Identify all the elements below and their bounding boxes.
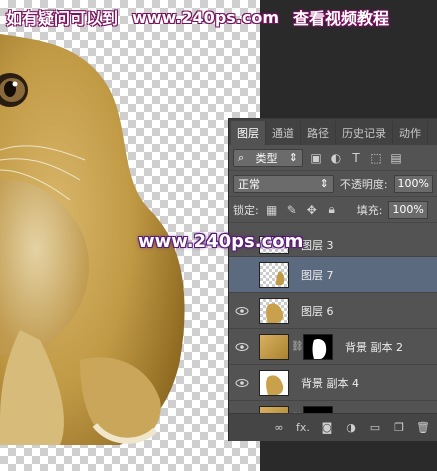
adjustment-layer-icon[interactable]: ◑ [344, 421, 358, 434]
watermark-url: www.240ps.com [132, 7, 280, 27]
layer-thumbnail [259, 369, 289, 396]
layer-row[interactable]: 图层 6 [229, 293, 437, 329]
fill-input[interactable]: 100% [388, 200, 428, 219]
eye-icon[interactable] [229, 378, 255, 388]
lock-label: 锁定: [233, 203, 259, 217]
tab-history[interactable]: 历史记录 [336, 121, 393, 145]
fill-label: 填充: [356, 203, 383, 217]
new-layer-icon[interactable]: ❐ [392, 421, 406, 434]
layer-mask-thumbnail[interactable] [303, 333, 333, 360]
blend-row: 正常 ⇕ 不透明度: 100% [229, 171, 437, 197]
fx-icon[interactable]: fx. [296, 421, 310, 434]
smart-object-filter-icon[interactable]: ▤ [389, 151, 403, 165]
eye-icon[interactable] [229, 342, 255, 352]
layer-thumbnail [259, 333, 289, 360]
lock-row: 锁定: ▦ ✎ ✥ 🔒︎ 填充: 100% [229, 197, 437, 223]
layer-name: 背景 副本 2 [345, 340, 403, 354]
add-mask-icon[interactable]: ◙ [320, 421, 334, 434]
eye-icon[interactable] [229, 306, 255, 316]
filter-row: ⌕ 类型 ⇕ ▣ ◐ T ⬚ ▤ [229, 145, 437, 171]
watermark-url-overlay: www.240ps.com [138, 231, 304, 252]
search-icon: ⌕ [238, 150, 245, 164]
layer-thumbnail [259, 297, 289, 324]
link-layers-icon[interactable]: ∞ [272, 421, 286, 434]
layer-row[interactable]: ⛓ 背景 副本 2 [229, 329, 437, 365]
delete-layer-icon[interactable]: 🗑︎ [416, 421, 430, 434]
link-icon[interactable]: ⛓ [291, 341, 304, 352]
type-filter-icon[interactable]: T [349, 151, 363, 165]
layer-name: 背景 副本 4 [301, 376, 359, 390]
filter-type-dropdown[interactable]: ⌕ 类型 ⇕ [233, 148, 303, 167]
watermark-text-right: 查看视频教程 [293, 9, 390, 28]
adjustment-filter-icon[interactable]: ◐ [329, 151, 343, 165]
blend-mode-dropdown[interactable]: 正常 ⇕ [233, 174, 334, 193]
blend-mode-value: 正常 [238, 177, 260, 191]
image-filter-icon[interactable]: ▣ [309, 151, 323, 165]
layers-panel: 图层 通道 路径 历史记录 动作 ⌕ 类型 ⇕ ▣ ◐ T ⬚ ▤ 正常 ⇕ 不… [228, 118, 437, 441]
layer-name: 图层 7 [301, 268, 334, 282]
tab-layers[interactable]: 图层 [231, 121, 266, 145]
lock-all-icon[interactable]: 🔒︎ [325, 202, 339, 217]
tab-actions[interactable]: 动作 [393, 121, 428, 145]
panel-tabs: 图层 通道 路径 历史记录 动作 [229, 119, 437, 145]
tab-paths[interactable]: 路径 [301, 121, 336, 145]
new-group-icon[interactable]: ▭ [368, 421, 382, 434]
filter-type-label: 类型 [255, 151, 278, 165]
layer-row-selected[interactable]: 图层 7 [229, 257, 437, 293]
chevron-updown-icon: ⇕ [288, 151, 298, 164]
lock-transparency-icon[interactable]: ▦ [265, 203, 279, 217]
watermark-banner: 如有疑问可以到 www.240ps.com 查看视频教程 [0, 0, 437, 34]
chevron-updown-icon: ⇕ [319, 177, 329, 190]
lock-pixels-icon[interactable]: ✎ [285, 203, 299, 217]
layer-row[interactable]: 背景 副本 4 [229, 365, 437, 401]
layer-thumbnail [259, 261, 289, 288]
layers-bottom-toolbar: ∞ fx. ◙ ◑ ▭ ❐ 🗑︎ [229, 413, 437, 441]
shape-filter-icon[interactable]: ⬚ [369, 151, 383, 165]
watermark-text-left: 如有疑问可以到 [6, 9, 119, 28]
opacity-input[interactable]: 100% [393, 174, 433, 193]
layers-list: 图层 3 图层 7 图层 6 ⛓ 背景 副本 2 背景 副本 4 [229, 233, 437, 414]
lock-position-icon[interactable]: ✥ [305, 203, 319, 217]
tab-channels[interactable]: 通道 [266, 121, 301, 145]
layer-name: 图层 3 [301, 238, 334, 252]
layer-name: 图层 6 [301, 304, 334, 318]
opacity-label: 不透明度: [339, 177, 388, 191]
